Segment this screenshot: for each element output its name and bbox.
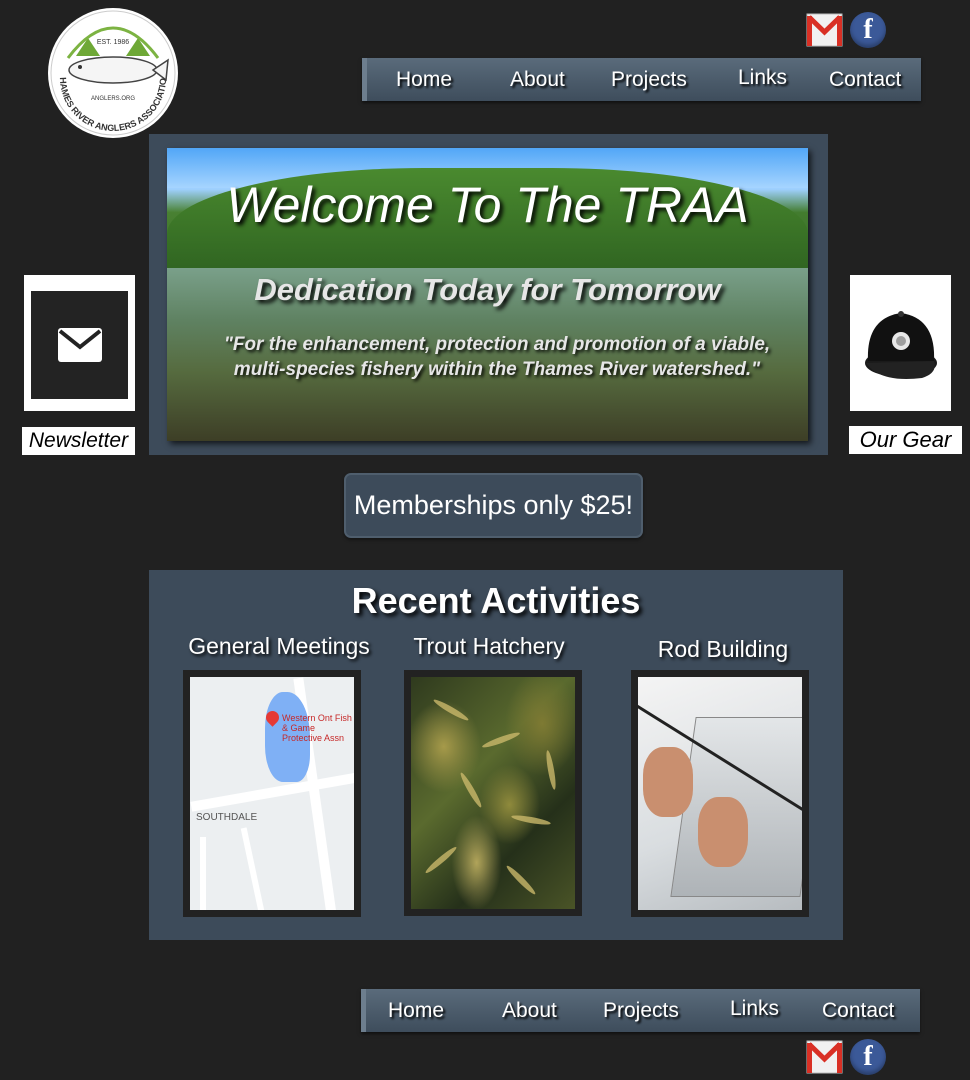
activity-card-rod-building[interactable] (631, 670, 809, 917)
activity-title-rod-building[interactable]: Rod Building (623, 636, 823, 663)
map-road (240, 827, 266, 910)
activity-card-trout-hatchery[interactable] (404, 670, 582, 916)
traa-logo[interactable]: EST. 1986 ANGLERS.ORG THAMES RIVER ANGLE… (48, 8, 178, 138)
nav-projects[interactable]: Projects (611, 68, 687, 92)
nav-contact-footer[interactable]: Contact (822, 999, 894, 1023)
main-nav-top: Home About Projects Links Contact (362, 58, 921, 101)
newsletter-icon-tile (31, 291, 128, 399)
map-area-label: SOUTHDALE (196, 812, 258, 823)
activity-title-trout-hatchery[interactable]: Trout Hatchery (389, 633, 589, 660)
fish-shape (510, 813, 552, 827)
map-road (200, 837, 206, 910)
fish-shape (458, 771, 484, 809)
nav-contact[interactable]: Contact (829, 68, 901, 92)
map-pin-label: Western Ont Fish & Game Protective Assn (282, 713, 352, 743)
hero-frame: Welcome To The TRAA Dedication Today for… (149, 134, 828, 455)
fish-shape (504, 863, 538, 897)
logo-graphic: EST. 1986 ANGLERS.ORG THAMES RIVER ANGLE… (48, 8, 176, 136)
gmail-icon[interactable] (806, 1039, 843, 1075)
nav-about-footer[interactable]: About (502, 999, 557, 1023)
main-nav-bottom: Home About Projects Links Contact (361, 989, 920, 1032)
recent-activities-panel: Recent Activities General Meetings Trout… (149, 570, 843, 940)
cap-icon (864, 311, 937, 379)
hero-title: Welcome To The TRAA (226, 177, 749, 233)
nav-links[interactable]: Links (738, 66, 787, 90)
fish-shape (432, 697, 470, 723)
hero-banner: Welcome To The TRAA Dedication Today for… (167, 148, 808, 441)
hand-left (643, 747, 693, 817)
rod-building-photo (638, 677, 802, 910)
fish-shape (481, 730, 521, 750)
logo-domain: ANGLERS.ORG (91, 96, 135, 102)
fish-shape (423, 844, 459, 876)
social-links-top: f (806, 12, 886, 48)
fish-shape (544, 749, 558, 791)
nav-home[interactable]: Home (396, 68, 452, 92)
hero-subtitle: Dedication Today for Tomorrow (254, 272, 721, 307)
meeting-location-map: Western Ont Fish & Game Protective Assn … (190, 677, 354, 910)
nav-home-footer[interactable]: Home (388, 999, 444, 1023)
facebook-icon[interactable]: f (850, 1039, 886, 1075)
newsletter-label[interactable]: Newsletter (22, 427, 135, 455)
recent-activities-heading: Recent Activities (351, 580, 641, 621)
facebook-icon[interactable]: f (850, 12, 886, 48)
social-links-bottom: f (806, 1039, 886, 1075)
membership-button[interactable]: Memberships only $25! (344, 473, 643, 538)
hand-right (698, 797, 748, 867)
nav-about[interactable]: About (510, 68, 565, 92)
logo-est: EST. 1986 (97, 39, 129, 46)
nav-links-footer[interactable]: Links (730, 997, 779, 1021)
newsletter-button[interactable] (24, 275, 135, 411)
gmail-icon[interactable] (806, 12, 843, 48)
hero-mission: "For the enhancement, protection and pro… (223, 334, 771, 380)
map-road (190, 772, 354, 812)
nav-projects-footer[interactable]: Projects (603, 999, 679, 1023)
our-gear-button[interactable] (850, 275, 951, 411)
activity-title-general-meetings[interactable]: General Meetings (179, 633, 379, 660)
our-gear-label[interactable]: Our Gear (849, 426, 962, 454)
activity-card-general-meetings[interactable]: Western Ont Fish & Game Protective Assn … (183, 670, 361, 917)
envelope-icon (57, 328, 102, 362)
trout-hatchery-photo (411, 677, 575, 909)
